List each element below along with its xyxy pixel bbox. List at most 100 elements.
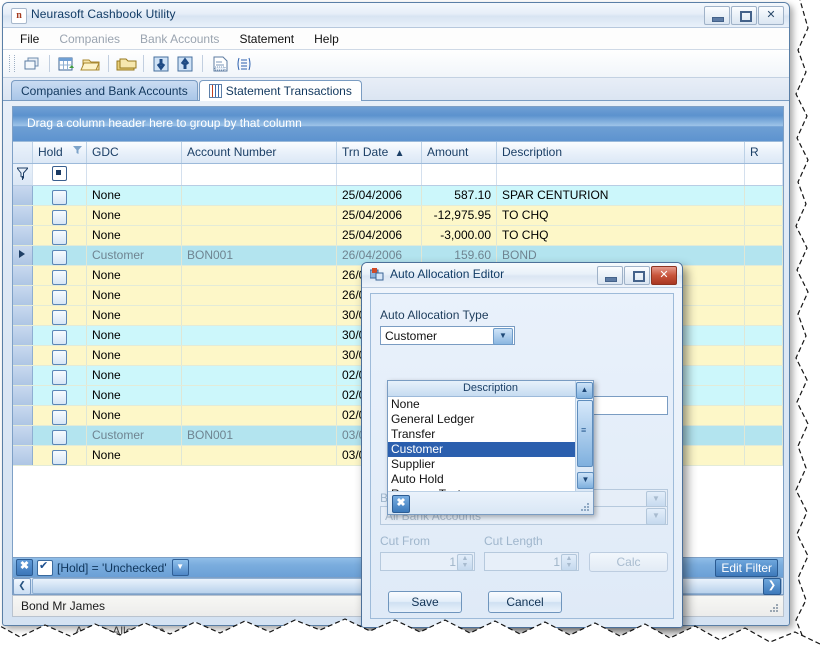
cell-account-number[interactable] — [182, 386, 337, 405]
filter-cell-amount[interactable] — [422, 164, 497, 185]
cell-r[interactable] — [745, 406, 783, 425]
cell-r[interactable] — [745, 246, 783, 265]
cell-hold[interactable] — [33, 226, 87, 245]
chevron-down-icon[interactable]: ▼ — [493, 328, 513, 345]
chevron-down-icon[interactable]: ▼ — [646, 508, 666, 525]
dropdown-scrollbar[interactable]: ▲ ▼ — [575, 381, 593, 491]
cell-gdc[interactable]: None — [87, 186, 182, 205]
hold-checkbox[interactable] — [52, 230, 67, 245]
hold-checkbox[interactable] — [52, 330, 67, 345]
cell-hold[interactable] — [33, 426, 87, 445]
hold-checkbox[interactable] — [52, 410, 67, 425]
cell-hold[interactable] — [33, 206, 87, 225]
filter-cell-account-number[interactable] — [182, 164, 337, 185]
save-button[interactable]: Save — [388, 591, 462, 613]
dropdown-item[interactable]: Supplier — [388, 457, 576, 472]
clear-filter-button[interactable]: ✖ — [16, 559, 33, 576]
hold-checkbox[interactable] — [52, 190, 67, 205]
cell-r[interactable] — [745, 346, 783, 365]
cell-trn-date[interactable]: 25/04/2006 — [337, 186, 422, 205]
cell-amount[interactable]: -12,975.95 — [422, 206, 497, 225]
resize-grip-icon[interactable] — [768, 602, 780, 614]
calc-button[interactable]: Calc — [589, 552, 668, 572]
filter-history-dropdown[interactable]: ▼ — [172, 559, 189, 576]
cell-description[interactable]: TO CHQ — [497, 206, 745, 225]
cell-gdc[interactable]: None — [87, 206, 182, 225]
group-by-area[interactable]: Drag a column header here to group by th… — [13, 107, 783, 142]
row-indicator[interactable] — [13, 326, 33, 345]
cell-hold[interactable] — [33, 346, 87, 365]
cancel-button[interactable]: Cancel — [488, 591, 562, 613]
cell-gdc[interactable]: None — [87, 406, 182, 425]
cell-account-number[interactable]: BON001 — [182, 426, 337, 445]
menu-item-help[interactable]: Help — [305, 30, 348, 48]
dropdown-item[interactable]: General Ledger — [388, 412, 576, 427]
cell-gdc[interactable]: None — [87, 266, 182, 285]
cell-gdc[interactable]: None — [87, 226, 182, 245]
row-indicator[interactable] — [13, 346, 33, 365]
spinner-arrows-icon[interactable]: ▲▼ — [457, 554, 473, 571]
menu-item-bank-accounts[interactable]: Bank Accounts — [131, 30, 228, 48]
cell-r[interactable] — [745, 306, 783, 325]
cell-r[interactable] — [745, 226, 783, 245]
cell-gdc[interactable]: None — [87, 386, 182, 405]
hold-checkbox[interactable] — [52, 390, 67, 405]
row-indicator[interactable] — [13, 386, 33, 405]
cell-hold[interactable] — [33, 266, 87, 285]
menu-item-companies[interactable]: Companies — [50, 30, 129, 48]
import-down-icon[interactable] — [150, 53, 172, 75]
cell-gdc[interactable]: None — [87, 306, 182, 325]
cut-from-stepper[interactable]: 1 ▲▼ — [380, 552, 475, 571]
cell-hold[interactable] — [33, 306, 87, 325]
minimize-button[interactable] — [704, 6, 730, 25]
export-up-icon[interactable] — [174, 53, 196, 75]
filter-cell-description[interactable] — [497, 164, 745, 185]
cell-amount[interactable]: -3,000.00 — [422, 226, 497, 245]
row-indicator[interactable] — [13, 306, 33, 325]
cell-gdc[interactable]: None — [87, 366, 182, 385]
grid-header-hold[interactable]: Hold — [33, 142, 87, 163]
hold-checkbox[interactable] — [52, 430, 67, 445]
cell-account-number[interactable] — [182, 306, 337, 325]
row-indicator[interactable] — [13, 406, 33, 425]
cell-account-number[interactable] — [182, 286, 337, 305]
dropdown-item[interactable]: None — [388, 397, 576, 412]
menu-item-statement[interactable]: Statement — [230, 30, 303, 48]
filter-funnel-icon[interactable] — [17, 167, 28, 180]
hold-filter-checkbox[interactable] — [52, 166, 67, 181]
cell-trn-date[interactable]: 25/04/2006 — [337, 206, 422, 225]
maximize-button[interactable] — [731, 6, 757, 25]
close-button[interactable]: ✕ — [758, 6, 784, 25]
dropdown-column-header[interactable]: Description — [388, 381, 593, 397]
hold-checkbox[interactable] — [52, 250, 67, 265]
table-row[interactable]: None25/04/2006587.10SPAR CENTURION — [13, 186, 783, 206]
dropdown-resize-grip-icon[interactable] — [580, 502, 590, 512]
cell-amount[interactable]: 587.10 — [422, 186, 497, 205]
row-indicator[interactable] — [13, 226, 33, 245]
cell-hold[interactable] — [33, 406, 87, 425]
row-indicator[interactable] — [13, 266, 33, 285]
cell-account-number[interactable] — [182, 326, 337, 345]
dialog-maximize-button[interactable] — [624, 266, 650, 285]
dropdown-item[interactable]: Customer — [388, 442, 576, 457]
cell-r[interactable] — [745, 266, 783, 285]
filter-enabled-checkbox[interactable] — [37, 560, 53, 576]
toolbar-grip[interactable] — [9, 55, 15, 72]
cell-account-number[interactable] — [182, 186, 337, 205]
cell-r[interactable] — [745, 206, 783, 225]
grid-header-amount[interactable]: Amount — [422, 142, 497, 163]
dropdown-clear-button[interactable]: ✖ — [392, 495, 410, 513]
scroll-right-button[interactable]: ❯ — [763, 578, 781, 595]
filter-cell-gdc[interactable] — [87, 164, 182, 185]
cell-gdc[interactable]: None — [87, 286, 182, 305]
row-indicator[interactable] — [13, 426, 33, 445]
hold-checkbox[interactable] — [52, 210, 67, 225]
row-indicator[interactable] — [13, 186, 33, 205]
cell-hold[interactable] — [33, 366, 87, 385]
open-folder-icon[interactable] — [80, 53, 102, 75]
dropdown-scroll-up-button[interactable]: ▲ — [576, 382, 593, 399]
row-indicator[interactable] — [13, 286, 33, 305]
hold-checkbox[interactable] — [52, 350, 67, 365]
filter-cell-hold[interactable] — [33, 164, 87, 185]
hold-checkbox[interactable] — [52, 450, 67, 465]
